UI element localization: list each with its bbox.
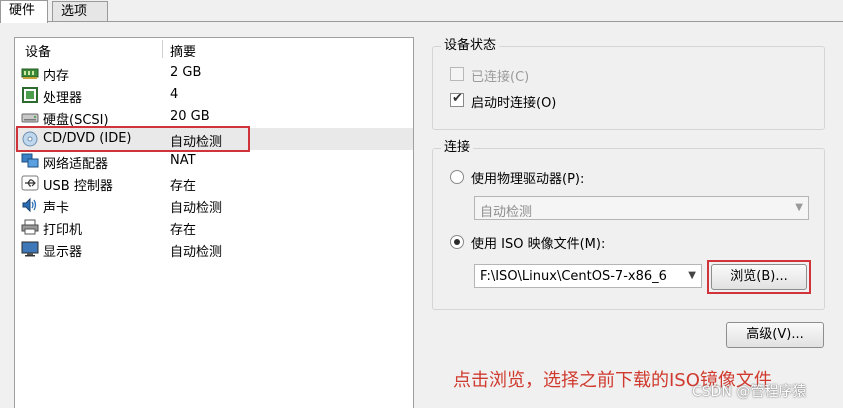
device-row-memory[interactable]: 内存 2 GB xyxy=(15,62,413,84)
use-iso-image-radio[interactable] xyxy=(450,235,464,249)
use-physical-drive-label: 使用物理驱动器(P): xyxy=(471,172,585,187)
device-row-display[interactable]: 显示器 自动检测 xyxy=(15,238,413,260)
device-row-hard-disk[interactable]: 硬盘(SCSI) 20 GB xyxy=(15,106,413,128)
device-summary: 4 xyxy=(170,87,179,102)
device-status-group: 设备状态 已连接(C) ✔ 启动时连接(O) xyxy=(432,38,825,130)
tab-options[interactable]: 选项 xyxy=(52,1,108,22)
iso-path-value: F:\ISO\Linux\CentOS-7-x86_6 xyxy=(480,269,667,284)
device-list-header: 设备 摘要 xyxy=(15,38,413,60)
device-name: USB 控制器 xyxy=(43,179,113,194)
printer-icon xyxy=(21,219,39,235)
connection-title: 连接 xyxy=(441,140,474,156)
memory-icon xyxy=(21,68,39,79)
hard-disk-icon xyxy=(21,113,39,123)
device-name: 处理器 xyxy=(43,91,83,106)
check-mark-icon: ✔ xyxy=(452,91,463,106)
physical-drive-value: 自动检测 xyxy=(480,205,533,220)
sound-card-icon xyxy=(22,197,37,213)
network-adapter-icon xyxy=(21,153,39,168)
device-summary: 自动检测 xyxy=(170,201,223,216)
connect-at-power-on-checkbox[interactable]: ✔ xyxy=(450,91,464,107)
device-summary: 存在 xyxy=(170,179,197,194)
processor-icon xyxy=(22,87,38,103)
device-summary: NAT xyxy=(170,153,196,168)
advanced-button[interactable]: 高级(V)... xyxy=(726,322,824,348)
connect-at-power-on-label: 启动时连接(O) xyxy=(471,96,557,111)
device-list[interactable]: 设备 摘要 内存 2 GB 处理器 4 硬盘(SCSI) 20 GB CD/DV… xyxy=(14,37,414,408)
device-row-printer[interactable]: 打印机 存在 xyxy=(15,216,413,238)
cd-dvd-highlight-box xyxy=(16,126,250,152)
column-header-summary[interactable]: 摘要 xyxy=(170,41,196,60)
connected-checkbox[interactable] xyxy=(450,67,464,81)
radio-selected-dot xyxy=(454,239,460,245)
tab-divider xyxy=(0,21,843,22)
device-row-usb-controller[interactable]: USB 控制器 存在 xyxy=(15,172,413,194)
chevron-down-icon: ▼ xyxy=(795,202,803,213)
tab-bar: 硬件 选项 xyxy=(0,0,843,23)
device-status-title: 设备状态 xyxy=(441,38,500,54)
device-summary: 自动检测 xyxy=(170,245,223,260)
display-icon xyxy=(21,241,39,257)
column-header-device[interactable]: 设备 xyxy=(25,41,51,60)
device-name: 网络适配器 xyxy=(43,157,109,172)
device-row-sound-card[interactable]: 声卡 自动检测 xyxy=(15,194,413,216)
chevron-down-icon: ▼ xyxy=(688,270,696,281)
usb-icon xyxy=(21,175,39,191)
use-iso-image-label: 使用 ISO 映像文件(M): xyxy=(471,237,606,252)
device-summary: 2 GB xyxy=(170,65,202,80)
device-name: 打印机 xyxy=(43,223,83,238)
device-row-processor[interactable]: 处理器 4 xyxy=(15,84,413,106)
browse-button[interactable]: 浏览(B)... xyxy=(711,264,807,290)
device-name: 声卡 xyxy=(43,201,70,216)
column-separator[interactable] xyxy=(162,40,163,58)
watermark: CSDN @管程序猿 xyxy=(692,384,807,400)
connected-label: 已连接(C) xyxy=(471,70,530,85)
device-summary: 存在 xyxy=(170,223,197,238)
device-name: 内存 xyxy=(43,69,70,84)
physical-drive-select[interactable]: 自动检测 ▼ xyxy=(474,196,809,220)
iso-path-combobox[interactable]: F:\ISO\Linux\CentOS-7-x86_6 ▼ xyxy=(474,264,702,288)
use-physical-drive-radio[interactable] xyxy=(450,170,464,184)
device-row-network-adapter[interactable]: 网络适配器 NAT xyxy=(15,150,413,172)
device-summary: 20 GB xyxy=(170,109,210,124)
tab-hardware[interactable]: 硬件 xyxy=(0,0,48,23)
device-name: 显示器 xyxy=(43,245,83,260)
